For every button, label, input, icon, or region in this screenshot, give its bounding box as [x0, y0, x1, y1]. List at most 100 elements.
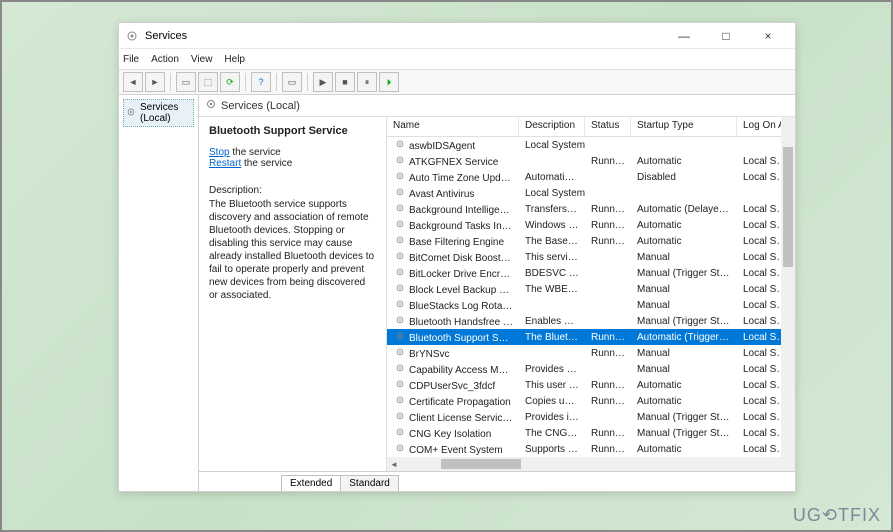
horizontal-scrollbar[interactable]: ◄ ►	[387, 457, 795, 471]
service-row[interactable]: Block Level Backup Engine S...The WBENGI…	[387, 281, 795, 297]
service-row[interactable]: BlueStacks Log Rotator Servi...ManualLoc…	[387, 297, 795, 313]
col-header-status[interactable]: Status	[585, 117, 631, 136]
toolbar-separator	[276, 73, 277, 91]
service-row[interactable]: BitComet Disk Boost ServiceThis service …	[387, 249, 795, 265]
list-rows: aswbIDSAgentLocal SystemATKGFNEX Service…	[387, 137, 795, 457]
gear-icon	[393, 363, 407, 373]
service-startup-cell: Manual (Trigger Start)	[631, 428, 737, 439]
menu-file[interactable]: File	[123, 54, 139, 65]
col-header-startup[interactable]: Startup Type	[631, 117, 737, 136]
panel-header: Services (Local)	[199, 95, 795, 117]
titlebar[interactable]: Services — □ ×	[119, 23, 795, 49]
service-row[interactable]: BitLocker Drive Encryption S...BDESVC ho…	[387, 265, 795, 281]
tab-extended[interactable]: Extended	[281, 475, 341, 491]
gear-icon	[393, 203, 407, 213]
gear-icon	[393, 283, 407, 293]
menu-view[interactable]: View	[191, 54, 213, 65]
service-row[interactable]: BrYNSvcRunningManualLocal System	[387, 345, 795, 361]
service-row[interactable]: CDPUserSvc_3fdcfThis user ser...RunningA…	[387, 377, 795, 393]
tree-node-services-local[interactable]: Services (Local)	[123, 99, 194, 127]
tree-pane: Services (Local)	[119, 95, 199, 491]
service-row[interactable]: Client License Service (ClipSV...Provide…	[387, 409, 795, 425]
gear-icon	[393, 219, 407, 229]
service-row[interactable]: Avast AntivirusLocal System	[387, 185, 795, 201]
start-service-button[interactable]: ▶	[313, 72, 333, 92]
service-desc-cell: Enables wire...	[519, 316, 585, 327]
service-action-links: Stop the service Restart the service	[209, 147, 376, 169]
gear-icon	[393, 443, 407, 453]
menu-action[interactable]: Action	[151, 54, 179, 65]
service-row[interactable]: Base Filtering EngineThe Base Filt...Run…	[387, 233, 795, 249]
toolbar-separator	[170, 73, 171, 91]
service-row[interactable]: aswbIDSAgentLocal System	[387, 137, 795, 153]
export-button[interactable]: ⬚	[198, 72, 218, 92]
scroll-thumb[interactable]	[441, 459, 521, 469]
service-row[interactable]: Background Intelligent Tran...Transfers …	[387, 201, 795, 217]
show-hide-button[interactable]: ▭	[176, 72, 196, 92]
service-row[interactable]: COM+ Event SystemSupports Sy...RunningAu…	[387, 441, 795, 457]
service-desc-cell: The WBENGI...	[519, 284, 585, 295]
forward-button[interactable]: ►	[145, 72, 165, 92]
service-startup-cell: Automatic	[631, 236, 737, 247]
minimize-button[interactable]: —	[663, 24, 705, 48]
service-status-cell: Running	[585, 396, 631, 407]
service-desc-cell: Automaticall...	[519, 172, 585, 183]
restart-service-button[interactable]: ⏵	[379, 72, 399, 92]
tab-standard[interactable]: Standard	[340, 475, 399, 491]
content-row: Bluetooth Support Service Stop the servi…	[199, 117, 795, 471]
service-row[interactable]: Bluetooth Support ServiceThe Bluetoo...R…	[387, 329, 795, 345]
help-button[interactable]: ?	[251, 72, 271, 92]
gear-icon	[393, 187, 407, 197]
service-startup-cell: Automatic	[631, 396, 737, 407]
service-row[interactable]: Auto Time Zone UpdaterAutomaticall...Dis…	[387, 169, 795, 185]
stop-service-link[interactable]: Stop	[209, 147, 230, 158]
properties-button[interactable]: ▭	[282, 72, 302, 92]
service-row[interactable]: Bluetooth Handsfree ServiceEnables wire.…	[387, 313, 795, 329]
col-header-name[interactable]: Name	[387, 117, 519, 136]
service-row[interactable]: Certificate PropagationCopies user ...Ru…	[387, 393, 795, 409]
service-name-cell: CDPUserSvc_3fdcf	[409, 381, 495, 392]
pause-service-button[interactable]: ⏸	[357, 72, 377, 92]
service-desc-cell: Supports Sy...	[519, 444, 585, 455]
service-desc-cell: Local System	[519, 188, 585, 199]
service-name-cell: Background Intelligent Tran...	[409, 205, 519, 216]
service-name-cell: Certificate Propagation	[409, 397, 511, 408]
menu-help[interactable]: Help	[224, 54, 245, 65]
service-startup-cell: Manual	[631, 252, 737, 263]
col-header-description[interactable]: Description	[519, 117, 585, 136]
service-startup-cell: Automatic (Trigger Start)	[631, 332, 737, 343]
service-row[interactable]: ATKGFNEX ServiceRunningAutomaticLocal Sy…	[387, 153, 795, 169]
service-name-cell: Auto Time Zone Updater	[409, 173, 518, 184]
service-logon-cell: Local System	[525, 140, 583, 151]
scroll-thumb-v[interactable]	[783, 147, 793, 267]
service-startup-cell: Manual (Trigger Start)	[631, 412, 737, 423]
service-name-cell: Background Tasks Infrastruc...	[409, 221, 519, 232]
service-row[interactable]: Background Tasks Infrastruc...Windows in…	[387, 217, 795, 233]
close-button[interactable]: ×	[747, 24, 789, 48]
service-name-cell: COM+ Event System	[409, 445, 503, 456]
service-row[interactable]: Capability Access Manager S...Provides f…	[387, 361, 795, 377]
service-name-cell: Bluetooth Handsfree Service	[409, 317, 519, 328]
stop-service-button[interactable]: ■	[335, 72, 355, 92]
gear-icon	[393, 171, 407, 181]
back-button[interactable]: ◄	[123, 72, 143, 92]
service-name-cell: BitComet Disk Boost Service	[409, 253, 519, 264]
service-startup-cell: Manual	[631, 300, 737, 311]
service-row[interactable]: CNG Key IsolationThe CNG ke...RunningMan…	[387, 425, 795, 441]
list-pane: Name Description Status Startup Type Log…	[387, 117, 795, 471]
app-icon	[125, 29, 139, 43]
main-area: Services (Local) Services (Local) Blueto…	[119, 95, 795, 491]
restart-service-link[interactable]: Restart	[209, 158, 241, 169]
service-name-cell: Client License Service (ClipSV...	[409, 413, 519, 424]
panel-header-label: Services (Local)	[221, 100, 300, 112]
scroll-left-arrow[interactable]: ◄	[387, 457, 401, 471]
refresh-button[interactable]: ⟳	[220, 72, 240, 92]
service-status-cell: Running	[585, 236, 631, 247]
maximize-button[interactable]: □	[705, 24, 747, 48]
service-desc-cell: Local System	[519, 140, 585, 151]
service-name-cell: Bluetooth Support Service	[409, 333, 519, 344]
gear-icon	[393, 395, 407, 405]
service-desc-cell: Transfers file...	[519, 204, 585, 215]
vertical-scrollbar[interactable]	[781, 117, 795, 471]
service-startup-cell: Automatic	[631, 444, 737, 455]
